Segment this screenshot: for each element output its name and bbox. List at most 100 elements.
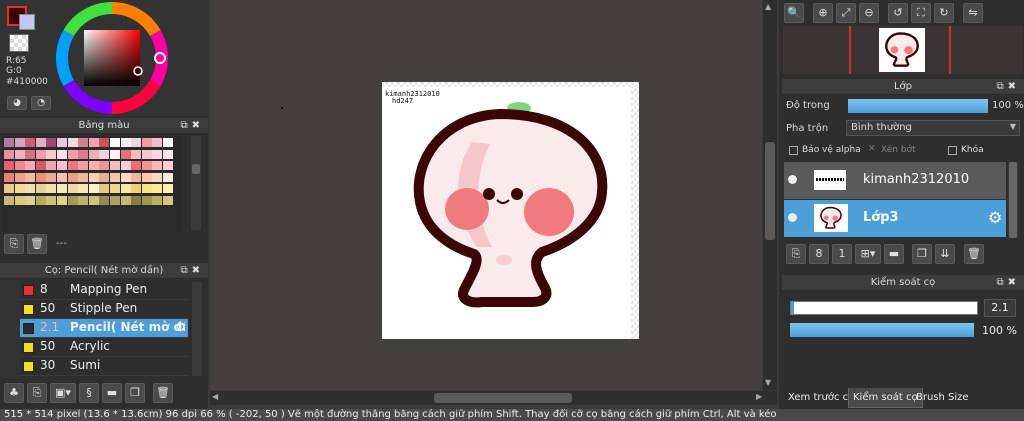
- palette-swatch[interactable]: [25, 161, 36, 171]
- palette-swatch[interactable]: [99, 161, 110, 171]
- palette-swatch[interactable]: [4, 161, 14, 171]
- layer-panel-buttons[interactable]: ⧉✖: [996, 79, 1020, 95]
- brush-script-button[interactable]: §: [79, 383, 99, 403]
- palette-swatch[interactable]: [25, 196, 36, 205]
- palette-swatch[interactable]: [4, 149, 14, 159]
- palette-swatch[interactable]: [152, 161, 163, 171]
- brush-list-scrollbar[interactable]: [192, 282, 202, 376]
- palette-swatch[interactable]: [78, 138, 89, 147]
- new-folder-button[interactable]: ▬: [884, 244, 904, 264]
- layer-visibility-icon[interactable]: [788, 175, 797, 184]
- palette-swatch[interactable]: [141, 172, 152, 182]
- brush-list-item[interactable]: 50 Acrylic: [20, 338, 188, 357]
- palette-swatch[interactable]: [14, 172, 25, 182]
- brush-folder-button[interactable]: ▬: [102, 383, 122, 403]
- rotate-left-button[interactable]: ↺: [888, 3, 908, 23]
- palette-swatch[interactable]: [99, 184, 110, 194]
- palette-swatch[interactable]: [25, 172, 36, 182]
- brush-list-item[interactable]: 30 Sumi: [20, 357, 188, 376]
- palette-swatch[interactable]: [141, 184, 152, 194]
- hscroll-right-arrow[interactable]: ▶: [756, 392, 762, 401]
- palette-swatch[interactable]: [67, 161, 78, 171]
- palette-swatch[interactable]: [131, 172, 142, 182]
- palette-swatch[interactable]: [163, 196, 173, 205]
- palette-swatch[interactable]: [152, 184, 163, 194]
- palette-swatch[interactable]: [120, 184, 131, 194]
- palette-scroll-thumb[interactable]: [192, 164, 200, 174]
- palette-swatch[interactable]: [131, 138, 142, 147]
- palette-swatch[interactable]: [14, 149, 25, 159]
- brush-control-buttons[interactable]: ⧉✖: [996, 275, 1020, 291]
- palette-swatch[interactable]: [46, 149, 57, 159]
- palette-swatch[interactable]: [46, 196, 57, 205]
- background-color-swatch[interactable]: [19, 14, 35, 30]
- palette-swatch[interactable]: [88, 138, 99, 147]
- palette-swatch[interactable]: [120, 196, 131, 205]
- layer-visibility-icon[interactable]: [788, 213, 797, 222]
- palette-swatch[interactable]: [67, 149, 78, 159]
- layer-row[interactable]: kimanh2312010: [784, 162, 1006, 199]
- canvas-vertical-scrollbar[interactable]: ▲ ▼: [763, 0, 777, 390]
- brush-list-item[interactable]: 8 Mapping Pen: [20, 281, 188, 300]
- palette-swatch[interactable]: [141, 138, 152, 147]
- palette-swatch[interactable]: [57, 196, 67, 205]
- palette-swatch[interactable]: [25, 184, 36, 194]
- layer-settings-gear-icon[interactable]: ⚙: [988, 208, 1002, 227]
- brush-duplicate-button[interactable]: ❐: [125, 383, 145, 403]
- palette-swatch[interactable]: [14, 138, 25, 147]
- protect-alpha-checkbox[interactable]: [789, 146, 798, 155]
- palette-swatch[interactable]: [35, 196, 46, 205]
- palette-swatch[interactable]: [152, 138, 163, 147]
- new-1bit-layer-button[interactable]: 1: [832, 244, 852, 264]
- palette-add-button[interactable]: ⎘: [4, 234, 24, 254]
- palette-swatch[interactable]: [163, 172, 173, 182]
- layer-list-scrollbar[interactable]: [1008, 162, 1018, 238]
- palette-swatch[interactable]: [78, 184, 89, 194]
- brush-tool-icon[interactable]: ♣: [4, 383, 24, 403]
- palette-swatch[interactable]: [99, 138, 110, 147]
- palette-swatch[interactable]: [141, 196, 152, 205]
- brush-delete-button[interactable]: 🗑: [153, 383, 173, 403]
- palette-swatch[interactable]: [57, 138, 67, 147]
- actual-size-button[interactable]: ⛶: [911, 3, 931, 23]
- zoom-in-button[interactable]: ⊕: [813, 3, 833, 23]
- brush-list-item[interactable]: 2.1 Pencil( Nét mờ dần)⚙: [20, 319, 188, 338]
- hscroll-thumb[interactable]: [434, 393, 572, 403]
- palette-swatch[interactable]: [110, 161, 120, 171]
- palette-swatch[interactable]: [131, 184, 142, 194]
- palette-scrollbar[interactable]: [191, 136, 201, 230]
- palette-swatch[interactable]: [46, 172, 57, 182]
- layer-scroll-thumb[interactable]: [1009, 162, 1017, 238]
- palette-swatch[interactable]: [4, 184, 14, 194]
- palette-swatch[interactable]: [25, 138, 36, 147]
- palette-swatch[interactable]: [35, 172, 46, 182]
- palette-swatch[interactable]: [110, 196, 120, 205]
- duplicate-layer-button[interactable]: ❐: [912, 244, 932, 264]
- palette-swatch[interactable]: [120, 172, 131, 182]
- palette-swatch[interactable]: [57, 172, 67, 182]
- palette-swatch[interactable]: [4, 196, 14, 205]
- palette-swatch[interactable]: [110, 149, 120, 159]
- palette-swatch[interactable]: [35, 161, 46, 171]
- palette-swatch[interactable]: [152, 172, 163, 182]
- palette-delete-button[interactable]: 🗑: [27, 234, 47, 254]
- palette-swatch[interactable]: [131, 161, 142, 171]
- brush-size-value[interactable]: 2.1: [984, 299, 1016, 317]
- palette-swatch[interactable]: [120, 161, 131, 171]
- layer-type-dropdown-button[interactable]: ⊞▾: [855, 244, 881, 264]
- brush-type-dropdown-button[interactable]: ▣▾: [50, 383, 76, 403]
- navigator-preview[interactable]: [783, 26, 1023, 74]
- rotate-right-button[interactable]: ↻: [934, 3, 954, 23]
- panel-tab[interactable]: Brush Size: [912, 388, 973, 408]
- hue-wheel[interactable]: [56, 2, 168, 114]
- canvas-horizontal-scrollbar[interactable]: ◀ ▶: [210, 391, 777, 405]
- palette-swatch[interactable]: [4, 138, 14, 147]
- palette-swatch[interactable]: [120, 149, 131, 159]
- palette-swatch[interactable]: [141, 149, 152, 159]
- brush-panel-buttons[interactable]: ⧉✖: [180, 263, 204, 279]
- palette-swatch[interactable]: [88, 196, 99, 205]
- palette-swatch[interactable]: [99, 196, 110, 205]
- palette-swatch[interactable]: [88, 172, 99, 182]
- palette-swatch[interactable]: [46, 161, 57, 171]
- brush-new-button[interactable]: ⎘: [27, 383, 47, 403]
